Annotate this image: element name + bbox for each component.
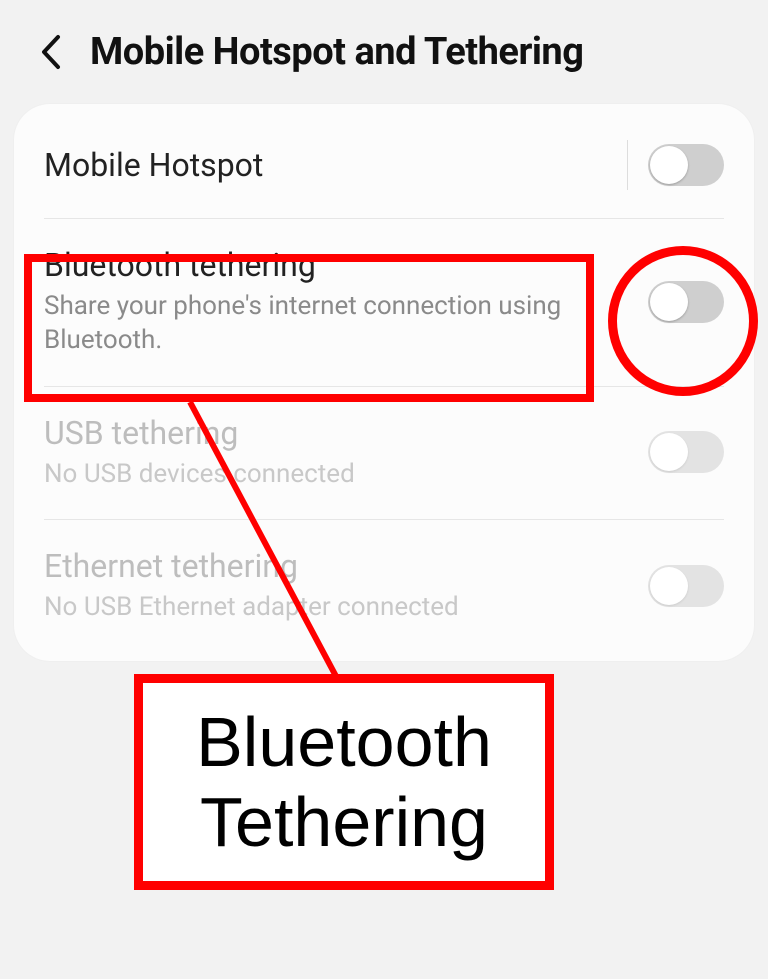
row-usb-tethering: USB tethering No USB devices connected — [14, 386, 754, 520]
row-text: Mobile Hotspot — [44, 146, 627, 184]
header: Mobile Hotspot and Tethering — [0, 0, 768, 104]
row-text: Ethernet tethering No USB Ethernet adapt… — [44, 547, 648, 625]
toggle-mobile-hotspot[interactable] — [648, 144, 724, 186]
row-title: Ethernet tethering — [44, 547, 636, 585]
row-bluetooth-tethering[interactable]: Bluetooth tethering Share your phone's i… — [14, 218, 754, 386]
row-title: Mobile Hotspot — [44, 146, 615, 184]
row-subtitle: No USB Ethernet adapter connected — [44, 591, 636, 625]
row-subtitle: No USB devices connected — [44, 458, 636, 492]
chevron-left-icon — [39, 34, 61, 70]
back-button[interactable] — [30, 32, 70, 72]
annotation-label-text: Bluetooth Tethering — [143, 702, 545, 863]
page-title: Mobile Hotspot and Tethering — [90, 30, 583, 74]
divider — [627, 140, 628, 190]
row-subtitle: Share your phone's internet connection u… — [44, 290, 636, 358]
settings-card: Mobile Hotspot Bluetooth tethering Share… — [14, 104, 754, 661]
toggle-usb-tethering — [648, 431, 724, 473]
toggle-ethernet-tethering — [648, 565, 724, 607]
row-title: Bluetooth tethering — [44, 246, 636, 284]
row-title: USB tethering — [44, 414, 636, 452]
annotation-label-box: Bluetooth Tethering — [134, 674, 554, 890]
row-mobile-hotspot[interactable]: Mobile Hotspot — [14, 112, 754, 218]
row-ethernet-tethering: Ethernet tethering No USB Ethernet adapt… — [14, 519, 754, 653]
row-text: USB tethering No USB devices connected — [44, 414, 648, 492]
toggle-bluetooth-tethering[interactable] — [648, 281, 724, 323]
row-text: Bluetooth tethering Share your phone's i… — [44, 246, 648, 358]
